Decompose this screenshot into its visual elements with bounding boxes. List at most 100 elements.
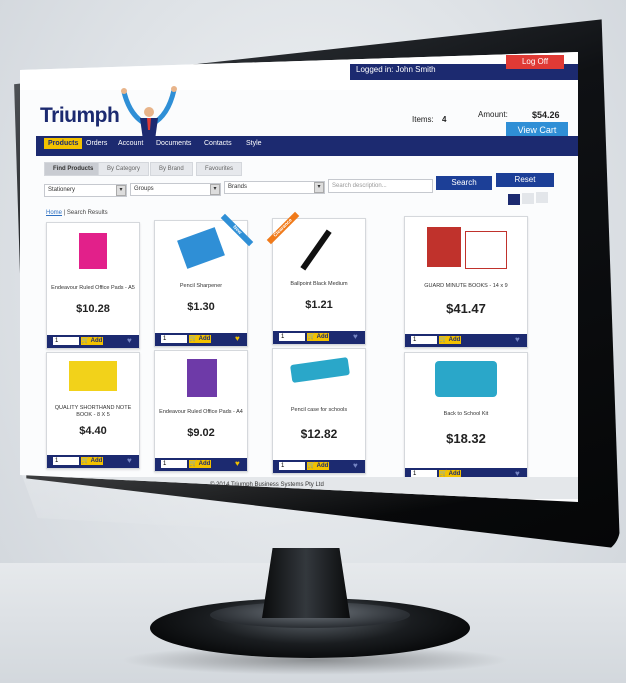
tab-by-brand[interactable]: By Brand — [150, 162, 193, 176]
favourite-heart-icon[interactable]: ♥ — [127, 457, 135, 465]
product-action-bar: 1 🛒 Add ♥ — [47, 335, 139, 348]
nav-account[interactable]: Account — [118, 140, 143, 147]
add-to-cart-button[interactable]: 🛒 Add — [81, 337, 103, 345]
product-card[interactable]: Pencil case for schools $12.82 1 🛒 Add ♥ — [272, 348, 366, 474]
product-action-bar: 1 🛒 Add ♥ — [155, 333, 247, 346]
add-label: Add — [90, 338, 103, 344]
nav-products[interactable]: Products — [44, 138, 83, 149]
product-price: $4.40 — [79, 425, 107, 437]
clearance-ribbon: Clearance — [266, 211, 300, 245]
quantity-input[interactable]: 1 — [279, 462, 305, 470]
favourite-heart-icon[interactable]: ♥ — [515, 336, 523, 344]
product-card[interactable]: GUARD MINUTE BOOKS - 14 x 9 $41.47 1 🛒 A… — [404, 216, 528, 348]
nav-contacts[interactable]: Contacts — [204, 140, 232, 147]
favourite-heart-icon[interactable]: ♥ — [235, 335, 243, 343]
add-label: Add — [316, 334, 329, 340]
category-select[interactable]: Stationery — [44, 184, 127, 197]
product-image — [69, 361, 117, 391]
product-card[interactable]: New Pencil Sharpener $1.30 1 🛒 Add ♥ — [154, 213, 254, 347]
product-price: $10.28 — [76, 303, 110, 315]
tab-find-products[interactable]: Find Products — [44, 162, 103, 176]
amount-value: $54.26 — [532, 110, 560, 120]
add-label: Add — [198, 461, 211, 467]
add-label: Add — [90, 458, 103, 464]
product-price: $1.30 — [187, 301, 215, 313]
quantity-input[interactable]: 1 — [53, 457, 79, 465]
product-name[interactable]: Ballpoint Black Medium — [275, 281, 363, 288]
product-image — [79, 233, 107, 269]
product-card[interactable]: Back to School Kit $18.32 1 🛒 Add ♥ — [404, 352, 528, 482]
add-to-cart-button[interactable]: 🛒 Add — [189, 460, 211, 468]
product-price: $12.82 — [300, 427, 338, 441]
product-name[interactable]: Pencil case for schools — [275, 407, 363, 414]
product-card[interactable]: Endeavour Ruled Office Pads - A5 $10.28 … — [46, 222, 140, 349]
product-card[interactable]: Clearance Ballpoint Black Medium $1.21 1… — [266, 211, 366, 345]
product-price: $9.02 — [187, 427, 215, 439]
quantity-input[interactable]: 1 — [279, 333, 305, 341]
quantity-input[interactable]: 1 — [53, 337, 79, 345]
product-image — [290, 357, 350, 383]
product-image — [177, 227, 225, 269]
product-name[interactable]: Pencil Sharpener — [157, 283, 245, 290]
grid-view-icon[interactable] — [508, 194, 520, 205]
category-dropdown-icon[interactable]: ▾ — [116, 185, 126, 196]
product-card[interactable]: Endeavour Ruled Office Pads - A4 $9.02 1… — [154, 350, 248, 472]
product-name[interactable]: Back to School Kit — [407, 411, 525, 418]
amount-label: Amount: — [478, 110, 508, 119]
favourite-heart-icon[interactable]: ♥ — [353, 333, 361, 341]
product-image-open — [465, 231, 507, 269]
product-name[interactable]: Endeavour Ruled Office Pads - A5 — [49, 285, 137, 292]
breadcrumb-home[interactable]: Home — [46, 210, 62, 216]
product-price: $18.32 — [446, 431, 486, 446]
reset-button[interactable]: Reset — [496, 173, 554, 187]
brand-logo-text[interactable]: Triumph — [40, 104, 120, 128]
logged-in-text: Logged in: John Smith — [356, 65, 436, 74]
add-to-cart-button[interactable]: 🛒 Add — [81, 457, 103, 465]
breadcrumb: Home | Search Results — [46, 210, 108, 216]
search-input[interactable]: Search description... — [328, 179, 433, 193]
favourite-heart-icon[interactable]: ♥ — [127, 337, 135, 345]
product-name[interactable]: QUALITY SHORTHAND NOTE BOOK - 8 X 5 — [49, 405, 137, 419]
tab-by-category[interactable]: By Category — [98, 162, 150, 176]
tab-favourites[interactable]: Favourites — [196, 162, 243, 176]
compact-view-icon[interactable] — [536, 192, 548, 203]
brands-dropdown-icon[interactable]: ▾ — [314, 182, 324, 193]
user-name: John Smith — [395, 65, 436, 74]
quantity-input[interactable]: 1 — [411, 336, 437, 344]
product-name[interactable]: GUARD MINUTE BOOKS - 14 x 9 — [407, 283, 525, 290]
logoff-button[interactable]: Log Off — [506, 55, 564, 69]
groups-dropdown-icon[interactable]: ▾ — [210, 184, 220, 195]
cart-items: Items: 4 — [412, 115, 446, 124]
product-name[interactable]: Endeavour Ruled Office Pads - A4 — [157, 409, 245, 416]
groups-select[interactable]: Groups — [130, 183, 221, 196]
quantity-input[interactable]: 1 — [161, 335, 187, 343]
mascot-logo-icon — [121, 86, 177, 140]
list-view-icon[interactable] — [522, 193, 534, 204]
add-label: Add — [198, 336, 211, 342]
add-label: Add — [316, 463, 329, 469]
favourite-heart-icon[interactable]: ♥ — [235, 460, 243, 468]
brands-select[interactable]: Brands — [224, 181, 325, 194]
product-image — [187, 359, 217, 397]
monitor-screen: Logged in: John Smith Log Off Triumph It… — [20, 52, 578, 502]
product-action-bar: 1 🛒 Add ♥ — [405, 334, 527, 347]
logged-in-label: Logged in: — [356, 65, 394, 74]
new-ribbon: New — [220, 213, 254, 247]
quantity-input[interactable]: 1 — [161, 460, 187, 468]
search-button[interactable]: Search — [436, 176, 492, 190]
product-price: $1.21 — [305, 299, 333, 311]
product-action-bar: 1 🛒 Add ♥ — [273, 331, 365, 344]
product-image — [435, 361, 497, 397]
add-to-cart-button[interactable]: 🛒 Add — [307, 333, 329, 341]
nav-documents[interactable]: Documents — [156, 140, 191, 147]
product-image — [427, 227, 461, 267]
add-to-cart-button[interactable]: 🛒 Add — [439, 336, 461, 344]
items-value: 4 — [442, 115, 447, 124]
nav-style[interactable]: Style — [246, 140, 262, 147]
add-to-cart-button[interactable]: 🛒 Add — [189, 335, 211, 343]
favourite-heart-icon[interactable]: ♥ — [353, 462, 361, 470]
product-card[interactable]: QUALITY SHORTHAND NOTE BOOK - 8 X 5 $4.4… — [46, 352, 140, 469]
add-to-cart-button[interactable]: 🛒 Add — [307, 462, 329, 470]
nav-orders[interactable]: Orders — [86, 140, 107, 147]
product-action-bar: 1 🛒 Add ♥ — [155, 458, 247, 471]
